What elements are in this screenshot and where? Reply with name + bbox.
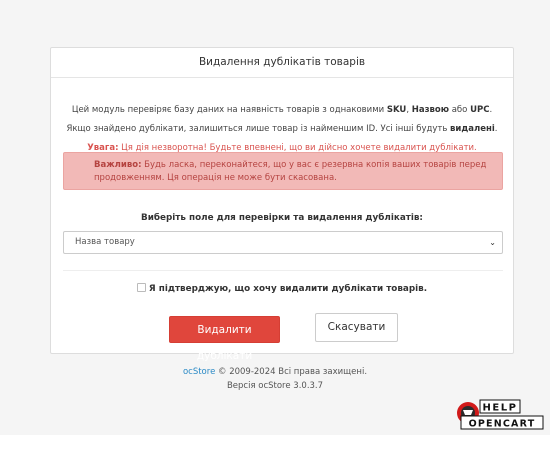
description-line-1: Цей модуль перевіряє базу даних на наявн… xyxy=(71,105,493,115)
field-select-label: Виберіть поле для перевірки та видалення… xyxy=(141,213,423,223)
help-opencart-logo: HELP OPENCART xyxy=(457,399,544,430)
delete-duplicates-button[interactable]: Видалити дублікати xyxy=(169,316,280,362)
chevron-down-icon: ⌄ xyxy=(489,238,496,247)
duplicate-field-select[interactable]: Назва товару ⌄ xyxy=(63,231,503,254)
logo-top-text: HELP xyxy=(483,403,518,414)
footer-brand-link[interactable]: ocStore xyxy=(183,367,215,377)
description-line-2: Якщо знайдено дублікати, залишиться лише… xyxy=(66,124,498,134)
confirm-row: Я підтверджую, що хочу видалити дублікат… xyxy=(51,283,513,294)
divider xyxy=(63,270,503,271)
footer-copyright: ocStore © 2009-2024 Всі права захищені. xyxy=(182,367,368,377)
panel-title: Видалення дублікатів товарів xyxy=(51,48,513,78)
backup-alert: Важливо: Будь ласка, переконайтеся, що у… xyxy=(63,152,503,190)
footer-version: Версія ocStore 3.0.3.7 xyxy=(226,381,324,391)
confirm-label[interactable]: Я підтверджую, що хочу видалити дублікат… xyxy=(149,284,427,294)
confirm-checkbox[interactable] xyxy=(136,283,146,292)
cancel-button[interactable]: Скасувати xyxy=(315,313,398,342)
duplicates-panel: Видалення дублікатів товарів Цей модуль … xyxy=(50,47,514,362)
select-value: Назва товару xyxy=(75,237,135,247)
logo-bottom-text: OPENCART xyxy=(469,419,536,430)
